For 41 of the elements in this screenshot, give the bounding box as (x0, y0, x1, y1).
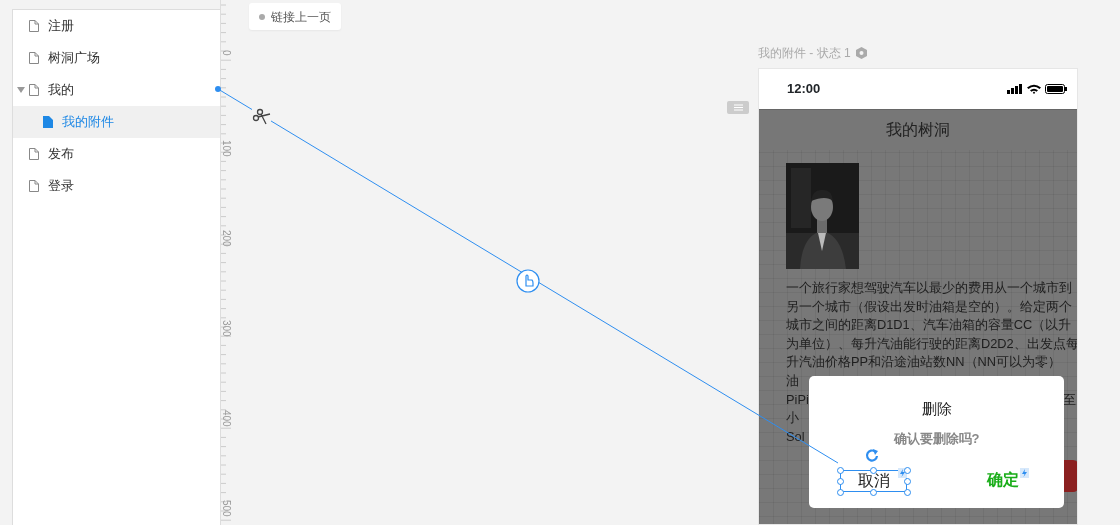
paragraph-text: 至 (1063, 390, 1076, 409)
note-icon (727, 101, 749, 114)
gear-icon (855, 47, 867, 59)
paragraph-text: 小 (786, 409, 799, 428)
page-icon (29, 20, 39, 32)
page-icon (29, 84, 39, 96)
paragraph-text: 升汽油价格PP和沿途油站数NN（NN可以为零） (786, 353, 1062, 372)
refresh-icon (865, 448, 880, 463)
artboard-title: 我的附件 - 状态 1 (758, 45, 851, 62)
link-button[interactable]: 链接上一页 (249, 3, 341, 30)
wifi-icon (1027, 84, 1041, 94)
hand-pointer-icon[interactable] (516, 269, 540, 293)
ruler-label: 300 (220, 320, 233, 337)
paragraph-text: 城市之间的距离D1D1、汽车油箱的容量CC（以升 (786, 316, 1072, 335)
ruler-label: 400 (220, 410, 233, 427)
dialog-title: 删除 (920, 399, 953, 419)
ruler-label: 100 (220, 140, 233, 157)
ruler-label: 0 (220, 50, 233, 56)
dialog-message: 确认要删除吗? (892, 429, 981, 448)
paragraph-text: PiPi (786, 390, 809, 409)
sidebar-item[interactable]: 树洞广场 (13, 42, 220, 74)
battery-icon (1045, 84, 1067, 94)
page-title: 我的树洞 (759, 110, 1077, 150)
ruler-label: 200 (220, 230, 233, 247)
status-time: 12:00 (787, 80, 821, 99)
page-icon (43, 116, 53, 128)
page-icon (29, 180, 39, 192)
sidebar-item[interactable]: 登录 (13, 170, 220, 202)
sidebar-item[interactable]: 发布 (13, 138, 220, 170)
sidebar-item[interactable]: 注册 (13, 10, 220, 42)
sidebar-item[interactable]: 我的 (13, 74, 220, 106)
page-icon (29, 52, 39, 64)
dot-icon (259, 13, 265, 20)
lightning-icon (898, 468, 907, 478)
resize-handle[interactable] (870, 488, 877, 496)
page-icon (29, 148, 39, 160)
ruler-label: 500 (220, 500, 233, 517)
resize-handle[interactable] (870, 466, 877, 474)
signal-icon (1007, 84, 1023, 94)
paragraph-text: 油 (786, 371, 799, 390)
lightning-icon (1020, 468, 1029, 478)
